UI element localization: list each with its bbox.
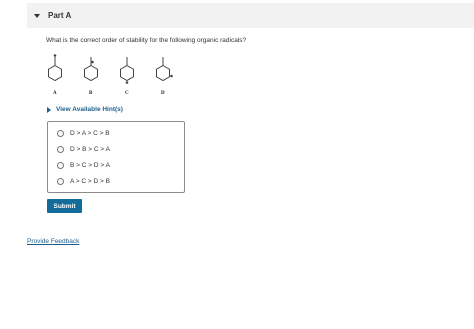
caret-right-icon <box>47 106 51 113</box>
molecule-label-d: D <box>161 91 165 96</box>
option-3[interactable]: B > C > D > A <box>57 162 110 169</box>
option-label: D > B > C > A <box>70 146 110 153</box>
molecule-label-a: A <box>53 91 57 96</box>
option-1[interactable]: D > A > C > B <box>57 130 110 137</box>
submit-button[interactable]: Submit <box>47 199 82 213</box>
molecule-label-c: C <box>125 91 129 96</box>
view-hints-label: View Available Hint(s) <box>56 106 123 113</box>
radio-button[interactable] <box>57 162 64 169</box>
option-label: B > C > D > A <box>70 162 110 169</box>
option-label: A > C > D > B <box>70 178 110 185</box>
molecule-b <box>84 57 98 82</box>
molecule-a <box>48 54 62 82</box>
option-4[interactable]: A > C > D > B <box>57 178 110 185</box>
option-2[interactable]: D > B > C > A <box>57 146 110 153</box>
option-label: D > A > C > B <box>70 130 110 137</box>
molecule-c <box>120 57 134 84</box>
molecule-label-b: B <box>89 91 93 96</box>
answer-options: D > A > C > B D > B > C > A B > C > D > … <box>47 121 185 193</box>
provide-feedback-link[interactable]: Provide Feedback <box>27 238 79 245</box>
radio-button[interactable] <box>57 178 64 185</box>
radio-button[interactable] <box>57 146 64 153</box>
radio-button[interactable] <box>57 130 64 137</box>
view-hints-link[interactable]: View Available Hint(s) <box>47 106 123 113</box>
molecule-d <box>156 57 173 82</box>
